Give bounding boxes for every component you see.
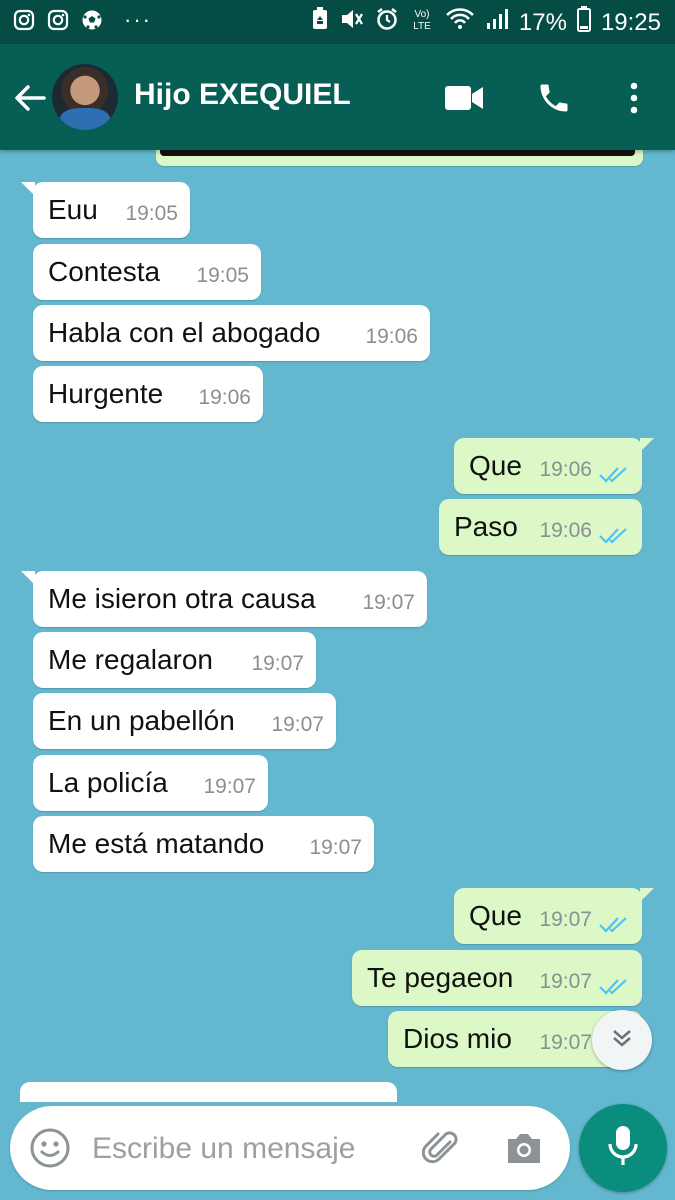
clock: 19:25 bbox=[600, 9, 661, 36]
microphone-icon bbox=[605, 1124, 641, 1173]
message-time: 19:06 bbox=[539, 458, 592, 481]
chat-header: Hijo EXEQUIEL bbox=[0, 44, 675, 150]
message-time: 19:07 bbox=[362, 591, 415, 614]
instagram-icon bbox=[46, 8, 70, 32]
message-text: En un pabellón bbox=[48, 705, 235, 736]
partial-message-incoming[interactable] bbox=[20, 1082, 397, 1102]
battery-icon bbox=[576, 6, 591, 40]
recycle-icon bbox=[311, 7, 329, 39]
message-text: Que bbox=[469, 900, 522, 931]
message-text: La policía bbox=[48, 767, 168, 798]
message-time: 19:07 bbox=[251, 652, 304, 675]
read-receipt-icon bbox=[598, 910, 630, 933]
phone-icon[interactable] bbox=[534, 80, 574, 116]
message-time: 19:05 bbox=[196, 264, 249, 287]
volte-icon: Vo) LTE bbox=[409, 6, 435, 40]
avatar[interactable] bbox=[52, 64, 118, 130]
message-outgoing[interactable]: Que 19:07 bbox=[454, 888, 654, 944]
message-text: Me isieron otra causa bbox=[48, 583, 316, 614]
soccer-ball-icon bbox=[80, 8, 104, 32]
message-time: 19:06 bbox=[365, 325, 418, 348]
message-incoming[interactable]: Habla con el abogado 19:06 bbox=[33, 305, 430, 361]
message-input[interactable] bbox=[90, 1126, 404, 1172]
more-vert-icon[interactable] bbox=[614, 80, 654, 116]
message-text: Habla con el abogado bbox=[48, 317, 321, 348]
camera-icon[interactable] bbox=[504, 1130, 544, 1166]
message-text: Me está matando bbox=[48, 828, 265, 859]
message-text: Dios mio bbox=[403, 1023, 512, 1054]
message-text: Te pegaeon bbox=[367, 962, 514, 993]
message-outgoing[interactable]: Te pegaeon 19:07 bbox=[352, 950, 642, 1006]
message-incoming[interactable]: Me isieron otra causa 19:07 bbox=[21, 571, 427, 627]
message-time: 19:07 bbox=[271, 713, 324, 736]
message-incoming[interactable]: En un pabellón 19:07 bbox=[33, 693, 336, 749]
message-text: Que bbox=[469, 450, 522, 481]
message-text: Hurgente bbox=[48, 378, 164, 409]
wifi-icon bbox=[445, 7, 475, 39]
read-receipt-icon bbox=[598, 972, 630, 995]
message-incoming[interactable]: Hurgente 19:06 bbox=[33, 366, 263, 422]
message-incoming[interactable]: La policía 19:07 bbox=[33, 755, 268, 811]
battery-percentage: 17% bbox=[518, 9, 567, 36]
signal-icon bbox=[485, 7, 509, 39]
message-outgoing[interactable]: Paso 19:06 bbox=[439, 499, 642, 555]
message-text: Contesta bbox=[48, 256, 161, 287]
emoji-icon[interactable] bbox=[28, 1126, 72, 1170]
message-time: 19:06 bbox=[539, 519, 592, 542]
message-time: 19:07 bbox=[203, 775, 256, 798]
back-arrow-icon[interactable] bbox=[12, 80, 48, 116]
message-text: Paso bbox=[454, 511, 518, 542]
message-time: 19:05 bbox=[125, 202, 178, 225]
read-receipt-icon bbox=[598, 521, 630, 544]
message-time: 19:07 bbox=[539, 970, 592, 993]
contact-name[interactable]: Hijo EXEQUIEL bbox=[134, 78, 351, 112]
message-text: Euu bbox=[48, 194, 98, 225]
message-incoming[interactable]: Me está matando 19:07 bbox=[33, 816, 374, 872]
message-incoming[interactable]: Contesta 19:05 bbox=[33, 244, 261, 300]
double-chevron-down-icon bbox=[610, 1026, 634, 1055]
video-call-icon[interactable] bbox=[444, 80, 484, 116]
instagram-icon bbox=[12, 8, 36, 32]
read-receipt-icon bbox=[598, 460, 630, 483]
alarm-icon bbox=[375, 7, 399, 39]
attach-icon[interactable] bbox=[421, 1128, 462, 1168]
message-composer bbox=[10, 1106, 570, 1190]
message-incoming[interactable]: Euu 19:05 bbox=[21, 182, 190, 238]
message-incoming[interactable]: Me regalaron 19:07 bbox=[33, 632, 316, 688]
message-time: 19:07 bbox=[539, 908, 592, 931]
status-bar: ··· Vo) LTE 17% 19:25 bbox=[0, 0, 675, 44]
scroll-to-bottom-button[interactable] bbox=[592, 1010, 652, 1070]
message-time: 19:07 bbox=[539, 1031, 592, 1054]
mute-icon bbox=[339, 7, 365, 39]
message-text: Me regalaron bbox=[48, 644, 213, 675]
message-time: 19:06 bbox=[198, 386, 251, 409]
message-outgoing[interactable]: Que 19:06 bbox=[454, 438, 654, 494]
voice-message-button[interactable] bbox=[579, 1104, 667, 1192]
svg-text:LTE: LTE bbox=[413, 21, 431, 32]
more-notifications-indicator: ··· bbox=[124, 7, 152, 32]
svg-text:Vo): Vo) bbox=[414, 9, 429, 20]
message-time: 19:07 bbox=[309, 836, 362, 859]
